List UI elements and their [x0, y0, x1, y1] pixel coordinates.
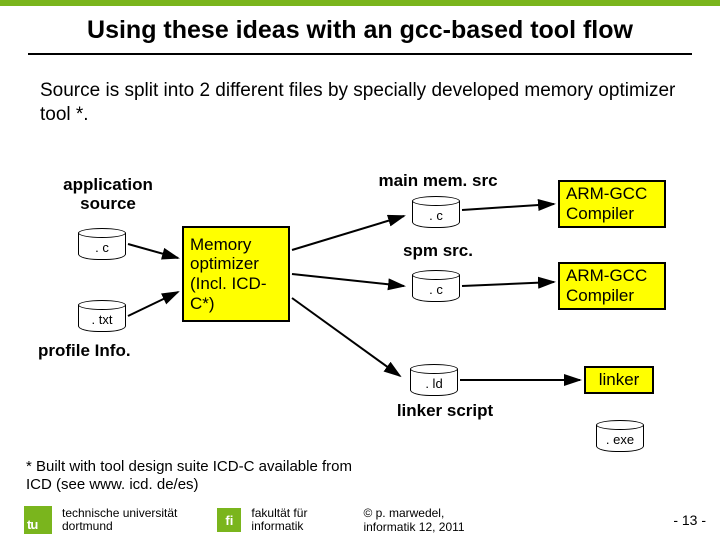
- title-block: Using these ideas with an gcc-based tool…: [0, 6, 720, 61]
- box-linker-label: linker: [599, 370, 640, 390]
- file-ld-label: . ld: [410, 376, 458, 391]
- tu-logo: tu: [24, 506, 52, 534]
- file-app-c-label: . c: [78, 240, 126, 255]
- box-arm-gcc-2-label: ARM-GCC Compiler: [566, 266, 647, 305]
- box-arm-gcc-1-label: ARM-GCC Compiler: [566, 184, 647, 223]
- box-linker: linker: [584, 366, 654, 394]
- fi-logo: fi: [217, 508, 241, 532]
- footer-university: technische universität dortmund: [62, 507, 177, 533]
- file-main-c-label: . c: [412, 208, 460, 223]
- file-profile-txt-label: . txt: [78, 312, 126, 327]
- box-arm-gcc-2: ARM-GCC Compiler: [558, 262, 666, 310]
- footer-fac-line2: informatik: [251, 520, 307, 533]
- box-memory-optimizer-label: Memory optimizer (Incl. ICD- C*): [190, 235, 267, 313]
- file-spm-c: . c: [412, 270, 460, 302]
- footer-credit-line1: © p. marwedel,: [363, 506, 464, 520]
- file-ld: . ld: [410, 364, 458, 396]
- label-profile-info: profile Info.: [38, 342, 131, 361]
- footnote: * Built with tool design suite ICD-C ava…: [26, 458, 366, 494]
- file-main-c: . c: [412, 196, 460, 228]
- footer: tu technische universität dortmund fi fa…: [0, 500, 720, 540]
- label-spm-src: spm src.: [378, 242, 498, 261]
- file-spm-c-label: . c: [412, 282, 460, 297]
- box-memory-optimizer: Memory optimizer (Incl. ICD- C*): [182, 226, 290, 322]
- intro-text: Source is split into 2 different files b…: [0, 61, 720, 131]
- title-rule: [28, 53, 692, 55]
- footer-credit-line2: informatik 12, 2011: [363, 520, 464, 534]
- footer-uni-line2: dortmund: [62, 520, 177, 533]
- file-profile-txt: . txt: [78, 300, 126, 332]
- footer-credit: © p. marwedel, informatik 12, 2011: [363, 506, 464, 535]
- page-number: - 13 -: [673, 512, 706, 528]
- box-arm-gcc-1: ARM-GCC Compiler: [558, 180, 666, 228]
- label-application-source: application source: [48, 176, 168, 213]
- label-main-mem-src: main mem. src: [358, 172, 518, 191]
- file-exe-label: . exe: [596, 432, 644, 447]
- slide-title: Using these ideas with an gcc-based tool…: [28, 16, 692, 45]
- footer-faculty: fakultät für informatik: [251, 507, 307, 533]
- file-exe: . exe: [596, 420, 644, 452]
- label-linker-script: linker script: [380, 402, 510, 421]
- diagram: application source . c . txt profile Inf…: [0, 158, 720, 458]
- file-app-c: . c: [78, 228, 126, 260]
